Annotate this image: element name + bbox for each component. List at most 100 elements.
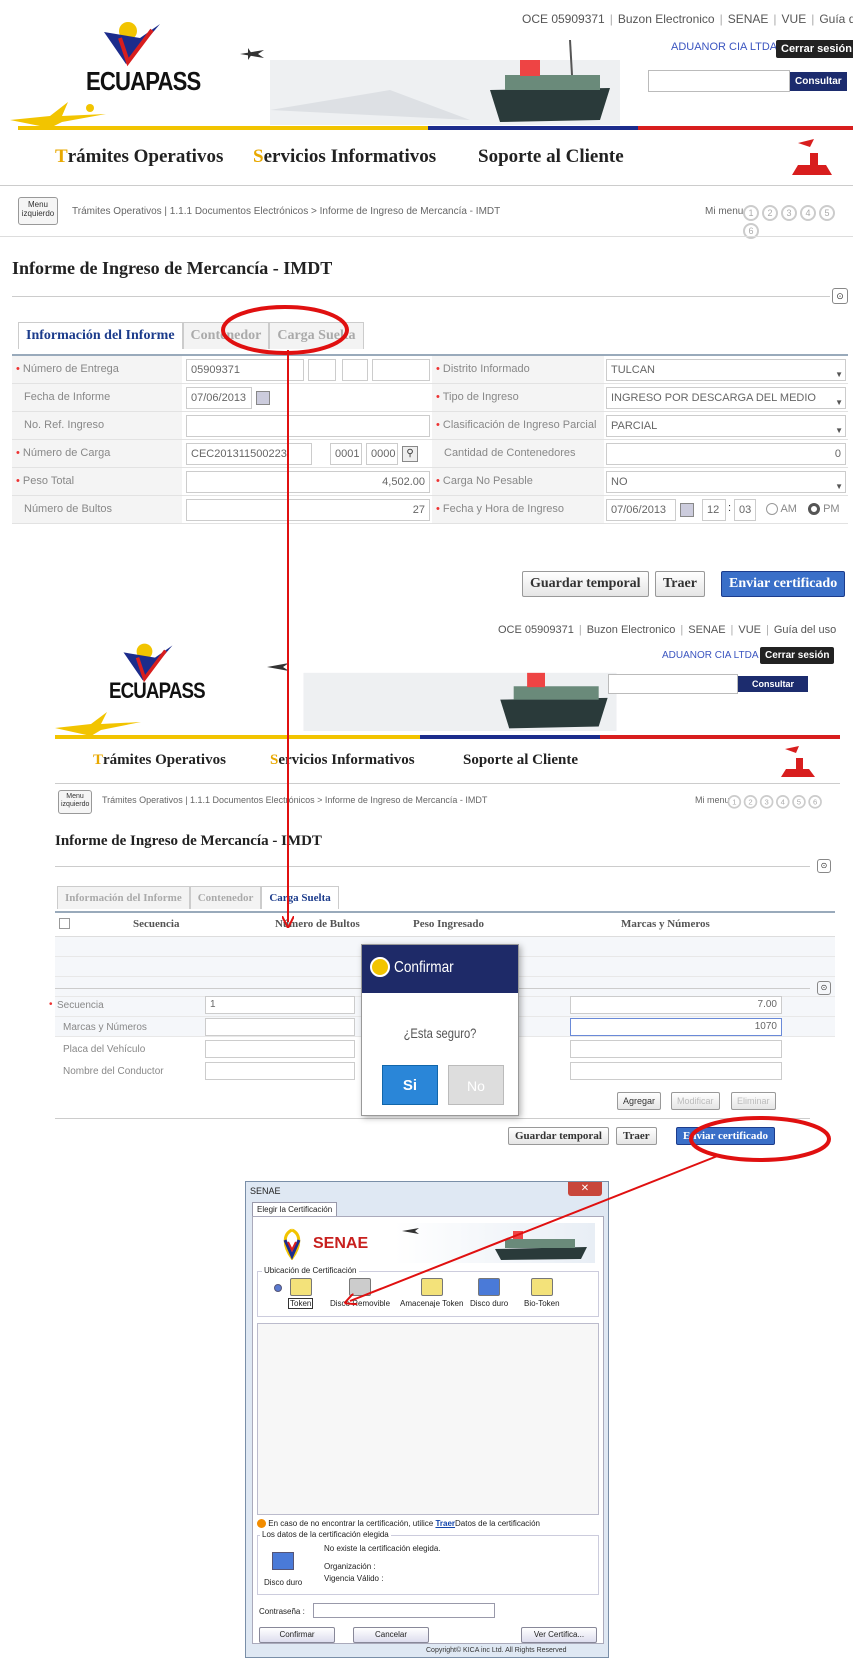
shortcut-5[interactable]: 5	[792, 795, 806, 809]
mi-menu-shortcuts[interactable]: 123456	[725, 793, 822, 809]
option-disco-removible[interactable]: Disco Removible	[330, 1278, 390, 1308]
expand-icon[interactable]: ⊙	[817, 981, 831, 995]
shortcut-1[interactable]: 1	[743, 205, 759, 221]
confirm-yes-button[interactable]: Si	[382, 1065, 438, 1105]
shortcut-4[interactable]: 4	[800, 205, 816, 221]
shortcut-3[interactable]: 3	[759, 795, 774, 809]
ref-ingreso-field[interactable]	[186, 415, 430, 437]
nav-tramites[interactable]: Trámites Operativos	[93, 752, 226, 769]
cant-cont-field[interactable]: 0	[606, 443, 846, 465]
modificar-button[interactable]: Modificar	[671, 1092, 720, 1110]
search-input[interactable]	[608, 674, 738, 694]
close-icon[interactable]: ✕	[568, 1182, 602, 1196]
enviar-certificado-button[interactable]: Enviar certificado	[721, 571, 846, 597]
mi-menu-shortcuts[interactable]: 123456	[740, 203, 853, 239]
confirmar-button[interactable]: Confirmar	[259, 1627, 335, 1643]
traer-link[interactable]: Traer	[435, 1519, 455, 1528]
search-icon[interactable]: ⚲	[402, 446, 418, 462]
shortcut-6[interactable]: 6	[808, 795, 822, 809]
tab-informacion[interactable]: Información del Informe	[18, 322, 183, 349]
search-input[interactable]	[648, 70, 790, 92]
entrega-field-4[interactable]	[372, 359, 430, 381]
buzon-link[interactable]: Buzon Electronico	[587, 624, 676, 636]
oce-link[interactable]: OCE 05909371	[522, 12, 605, 26]
traer-button[interactable]: Traer	[616, 1127, 657, 1145]
option-amacenaje-token[interactable]: Amacenaje Token	[400, 1278, 463, 1308]
peso-field[interactable]: 4,502.00	[186, 471, 430, 493]
shortcut-4[interactable]: 4	[776, 795, 790, 809]
logout-button[interactable]: Cerrar sesión	[776, 40, 853, 58]
shortcut-5[interactable]: 5	[819, 205, 835, 221]
oce-link[interactable]: OCE 05909371	[498, 624, 574, 636]
option-disco-duro[interactable]: Disco duro	[470, 1278, 508, 1308]
confirm-no-button[interactable]: No	[448, 1065, 504, 1105]
secuencia-field[interactable]: 1	[205, 996, 355, 1014]
tab-contenedor[interactable]: Contenedor	[182, 322, 270, 349]
senae-link[interactable]: SENAE	[728, 12, 769, 26]
cert-tab[interactable]: Elegir la Certificación	[252, 1202, 338, 1216]
entrega-field-2[interactable]	[308, 359, 336, 381]
shortcut-3[interactable]: 3	[781, 205, 797, 221]
password-input[interactable]	[313, 1603, 495, 1618]
clasif-select[interactable]: PARCIAL ▼	[606, 415, 846, 437]
guardar-temporal-button[interactable]: Guardar temporal	[522, 571, 649, 597]
eliminar-button[interactable]: Eliminar	[731, 1092, 776, 1110]
traer-button[interactable]: Traer	[655, 571, 705, 597]
nav-soporte[interactable]: Soporte al Cliente	[478, 146, 624, 168]
distrito-select[interactable]: TULCAN ▼	[606, 359, 846, 381]
carga-field-b[interactable]: 0000	[366, 443, 398, 465]
agregar-button[interactable]: Agregar	[617, 1092, 662, 1110]
tab-carga-suelta[interactable]: Carga Suelta	[269, 322, 364, 349]
guia-link[interactable]: Guía del uso	[819, 12, 853, 26]
enviar-certificado-button[interactable]: Enviar certificado	[676, 1127, 776, 1145]
fecha-informe-field[interactable]: 07/06/2013	[186, 387, 252, 409]
consult-button[interactable]: Consultar	[790, 72, 847, 91]
shortcut-2[interactable]: 2	[762, 205, 778, 221]
placa-field[interactable]	[205, 1040, 355, 1058]
peso-ingresado-field[interactable]: 7.00	[570, 996, 782, 1014]
nav-servicios[interactable]: Servicios Informativos	[270, 752, 415, 769]
option-token[interactable]: Token	[274, 1278, 314, 1309]
minuto-field[interactable]: 03	[734, 499, 756, 521]
buzon-link[interactable]: Buzon Electronico	[618, 12, 715, 26]
vue-link[interactable]: VUE	[782, 12, 807, 26]
nav-servicios[interactable]: Servicios Informativos	[253, 146, 436, 168]
conductor-field[interactable]	[205, 1062, 355, 1080]
cancelar-button[interactable]: Cancelar	[353, 1627, 429, 1643]
shortcut-1[interactable]: 1	[727, 795, 742, 809]
calendar-icon[interactable]	[256, 391, 270, 405]
right-field-3[interactable]	[570, 1040, 782, 1058]
fecha-ingreso-field[interactable]: 07/06/2013	[606, 499, 676, 521]
numero-entrega-field[interactable]: 05909371	[186, 359, 304, 381]
menu-izquierdo-button[interactable]: Menu izquierdo	[18, 197, 58, 225]
expand-icon[interactable]: ⊙	[817, 859, 831, 873]
tab-contenedor[interactable]: Contenedor	[189, 886, 262, 909]
right-field-4[interactable]	[570, 1062, 782, 1080]
carga-field-a[interactable]: 0001	[330, 443, 362, 465]
menu-izquierdo-button[interactable]: Menu izquierdo	[58, 790, 92, 814]
logout-button[interactable]: Cerrar sesión	[760, 647, 835, 664]
nav-soporte[interactable]: Soporte al Cliente	[463, 752, 578, 769]
shortcut-2[interactable]: 2	[743, 795, 758, 809]
nav-tramites[interactable]: Trámites Operativos	[55, 146, 223, 168]
calendar-icon[interactable]	[680, 503, 694, 517]
tab-carga-suelta[interactable]: Carga Suelta	[261, 886, 339, 909]
tipo-ingreso-select[interactable]: INGRESO POR DESCARGA DEL MEDIO ▼	[606, 387, 846, 409]
vue-link[interactable]: VUE	[738, 624, 761, 636]
tab-informacion[interactable]: Información del Informe	[57, 886, 190, 909]
ver-certificado-button[interactable]: Ver Certifica...	[521, 1627, 597, 1643]
marcas-field[interactable]	[205, 1018, 355, 1036]
entrega-field-3[interactable]	[342, 359, 368, 381]
numero-carga-field[interactable]: CEC201311500223	[186, 443, 312, 465]
pm-radio[interactable]: PM	[808, 503, 840, 516]
cert-list[interactable]	[257, 1323, 599, 1515]
consult-button[interactable]: Consultar	[738, 676, 809, 692]
select-all-checkbox[interactable]	[59, 918, 70, 929]
bultos-field[interactable]: 27	[186, 499, 430, 521]
senae-link[interactable]: SENAE	[688, 624, 725, 636]
option-bio-token[interactable]: Bio-Token	[524, 1278, 560, 1308]
expand-icon[interactable]: ⊙	[832, 288, 848, 304]
am-radio[interactable]: AM	[766, 503, 797, 516]
marcas-numeros-field[interactable]: 1070	[570, 1018, 782, 1036]
hora-field[interactable]: 12	[702, 499, 726, 521]
